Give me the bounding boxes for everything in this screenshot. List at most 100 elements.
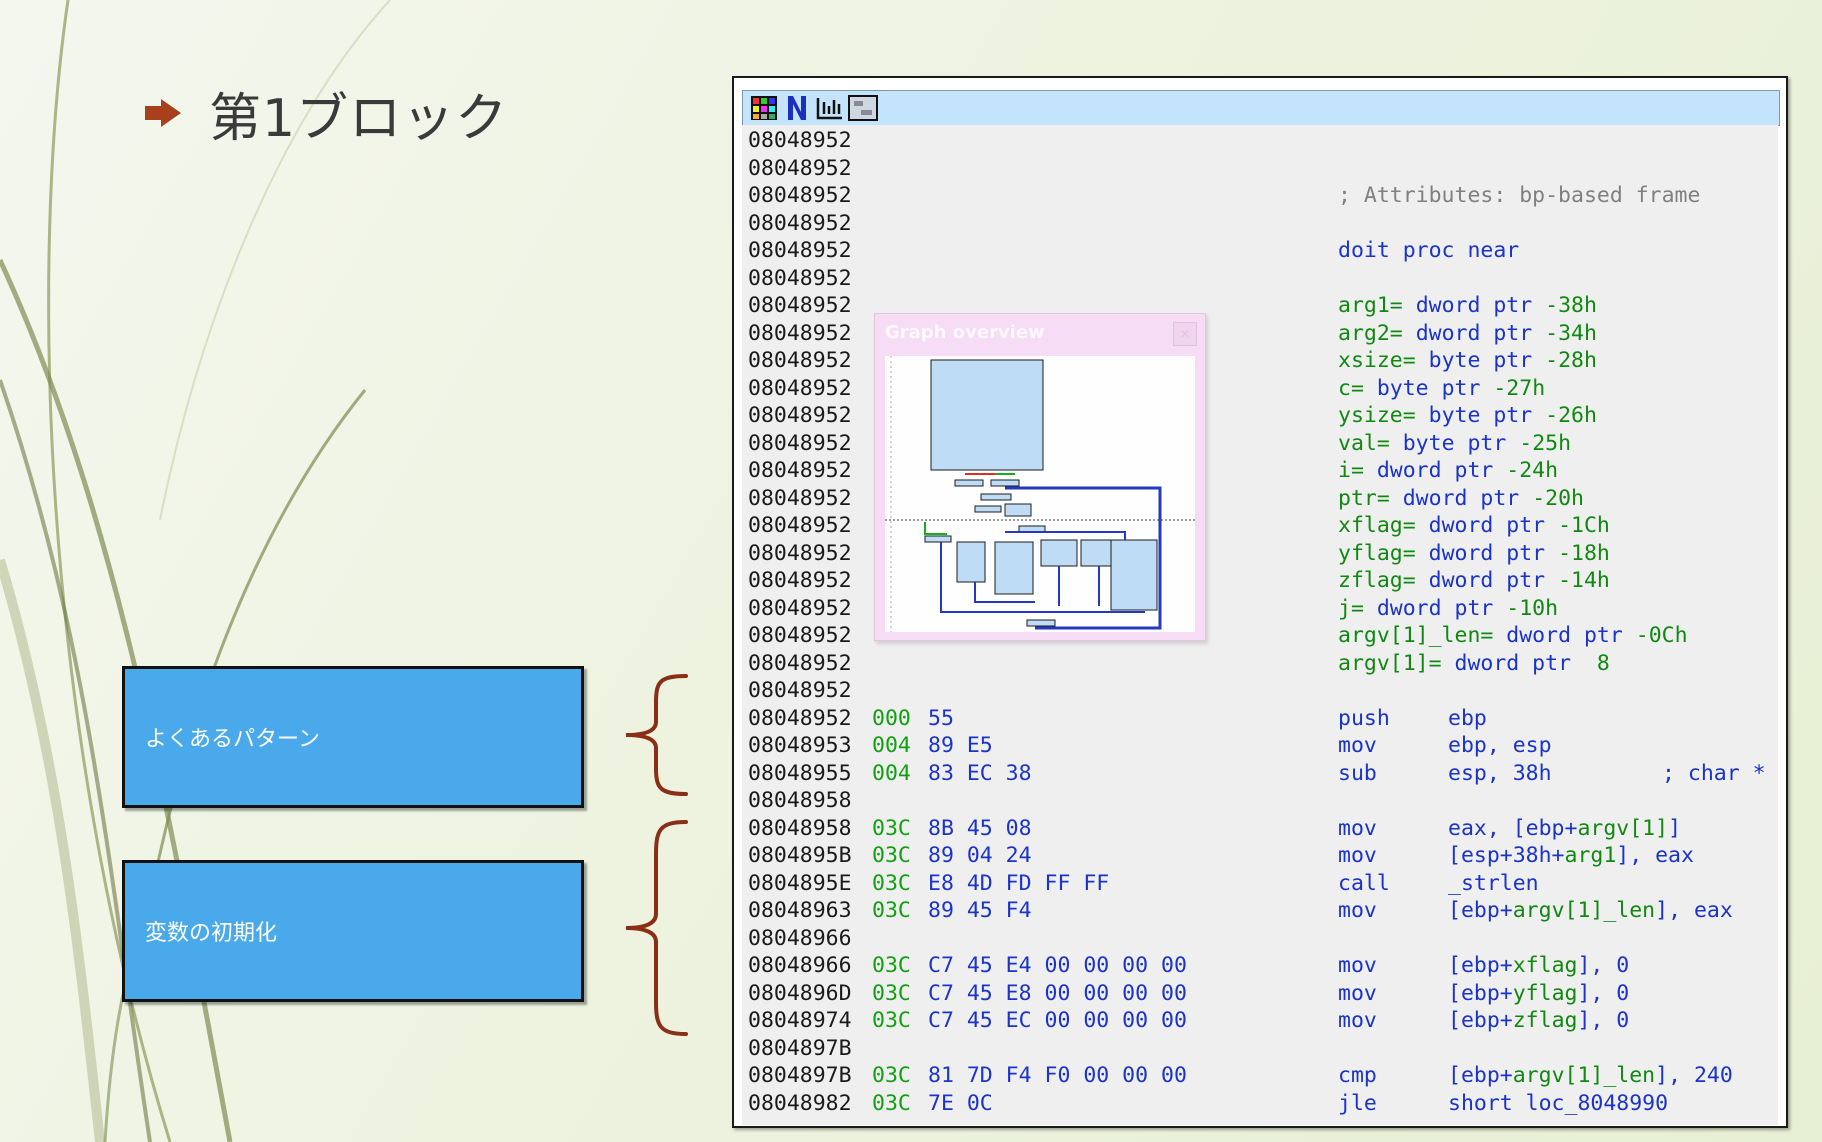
callout-label: よくあるパターン	[145, 727, 320, 752]
operands: [ebp+argv[1]_len], 240	[1448, 1062, 1733, 1089]
callout-variable-init: 変数の初期化	[122, 860, 584, 1002]
disasm-line[interactable]: 0804896D 03C C7 45 E8 00 00 00 00 mov [ebp+y…	[742, 980, 1778, 1007]
variable-offset: -10h	[1506, 595, 1559, 621]
address: 08048952	[748, 375, 852, 401]
address: 08048963	[748, 898, 852, 923]
variable-name: arg1=	[1338, 293, 1403, 318]
disasm-line[interactable]: 0804897B	[742, 1035, 1778, 1062]
disasm-line[interactable]: 08048963 03C 89 45 F4 mov [ebp+argv[1]_len],…	[742, 897, 1778, 924]
address: 0804896D	[748, 980, 852, 1006]
callout-label: 変数の初期化	[145, 921, 278, 946]
opcode-bytes: C7 45 E8 00 00 00 00	[928, 980, 1187, 1006]
address: 08048952	[748, 293, 852, 318]
address: 08048952	[748, 403, 852, 428]
operands: [esp+38h+arg1], eax	[1448, 842, 1694, 869]
segments-icon[interactable]	[847, 94, 879, 122]
graph-overview-canvas[interactable]	[885, 356, 1195, 632]
operands: _strlen	[1448, 870, 1539, 896]
mnemonic: cmp	[1338, 1063, 1377, 1088]
disasm-line[interactable]: 08048952 ; Attributes: bp-based frame	[742, 182, 1778, 209]
opcode-bytes: C7 45 E4 00 00 00 00	[928, 953, 1187, 978]
address: 08048982	[748, 1090, 852, 1116]
variable-offset: -14h	[1558, 568, 1610, 593]
stack-pointer-delta: 03C	[872, 953, 911, 978]
disasm-line[interactable]: 08048952	[742, 155, 1778, 182]
operand-prefix: [ebp+	[1448, 1008, 1513, 1033]
stack-variable-declaration: zflag= dword ptr -14h	[1338, 567, 1610, 594]
strings-icon[interactable]	[815, 94, 845, 122]
graph-overview-panel[interactable]: Graph overview ✕	[874, 313, 1206, 641]
disasm-line[interactable]: 08048955 004 83 EC 38 sub esp, 38h ; char *	[742, 760, 1778, 787]
variable-name: argv[1]=	[1338, 650, 1442, 676]
disasm-line[interactable]: 08048966	[742, 925, 1778, 952]
disasm-line[interactable]: 0804895B 03C 89 04 24 mov [esp+38h+arg1], ea…	[742, 842, 1778, 869]
variable-type: dword ptr	[1376, 595, 1494, 621]
address: 0804897B	[748, 1035, 852, 1061]
variable-type: dword ptr	[1415, 293, 1533, 318]
mnemonic: mov	[1338, 980, 1377, 1006]
names-n-icon[interactable]	[785, 94, 809, 122]
disasm-line[interactable]: 08048966 03C C7 45 E4 00 00 00 00 mov [ebp+x…	[742, 952, 1778, 979]
disasm-line[interactable]: 08048952	[742, 265, 1778, 292]
variable-type: dword ptr	[1428, 513, 1546, 538]
disasm-line[interactable]: 08048952	[742, 210, 1778, 237]
operand-prefix: [ebp+	[1448, 898, 1513, 923]
close-icon[interactable]: ✕	[1173, 322, 1197, 346]
variable-offset: -0Ch	[1635, 623, 1688, 648]
address: 08048955	[748, 760, 852, 786]
variable-type: dword ptr	[1428, 540, 1546, 566]
variable-name: j=	[1338, 595, 1364, 621]
mnemonic: call	[1338, 870, 1390, 896]
stack-pointer-delta: 03C	[872, 843, 911, 868]
disasm-line[interactable]: 0804897B 03C 81 7D F4 F0 00 00 00 cmp [ebp+a…	[742, 1062, 1778, 1089]
disasm-line[interactable]: 08048958 03C 8B 45 08 mov eax, [ebp+argv[1]]	[742, 815, 1778, 842]
opcode-bytes: 81 7D F4 F0 00 00 00	[928, 1063, 1187, 1088]
address: 08048958	[748, 788, 852, 813]
variable-offset: -24h	[1506, 458, 1559, 483]
address: 08048952	[748, 320, 852, 346]
disasm-line[interactable]: 08048952 doit proc near	[742, 237, 1778, 264]
stack-variable-declaration: xflag= dword ptr -1Ch	[1338, 512, 1610, 539]
stack-variable-declaration: xsize= byte ptr -28h	[1338, 347, 1597, 374]
stack-pointer-delta: 000	[872, 705, 911, 731]
address: 0804895E	[748, 870, 852, 896]
variable-type: dword ptr	[1428, 568, 1546, 593]
variable-offset: -38h	[1545, 293, 1597, 318]
mnemonic: mov	[1338, 898, 1377, 923]
graph-grid-icon[interactable]	[749, 94, 779, 122]
disasm-line[interactable]: 08048952 000 55 push ebp	[742, 705, 1778, 732]
opcode-bytes: E8 4D FD FF FF	[928, 870, 1110, 896]
address: 08048966	[748, 953, 852, 978]
address: 08048952	[748, 458, 852, 483]
opcode-bytes: 89 04 24	[928, 843, 1032, 868]
address: 08048952	[748, 183, 852, 208]
disasm-line[interactable]: 08048974 03C C7 45 EC 00 00 00 00 mov [ebp+z…	[742, 1007, 1778, 1034]
disasm-line[interactable]: 08048952	[742, 127, 1778, 154]
address: 08048952	[748, 265, 852, 291]
operand-suffix: ], 0	[1577, 953, 1630, 978]
operand-variable: zflag	[1512, 1008, 1578, 1033]
variable-offset: -26h	[1545, 403, 1597, 428]
variable-name: ptr=	[1338, 485, 1390, 511]
address: 08048952	[748, 430, 852, 456]
disasm-line[interactable]: 08048952 argv[1]= dword ptr 8	[742, 650, 1778, 677]
operands: [ebp+yflag], 0	[1448, 980, 1629, 1007]
disasm-line[interactable]: 08048958	[742, 787, 1778, 814]
disasm-line[interactable]: 08048953 004 89 E5 mov ebp, esp	[742, 732, 1778, 759]
stack-pointer-delta: 004	[872, 760, 911, 786]
bullet-arrow-icon	[145, 99, 181, 127]
opcode-bytes: 7E 0C	[928, 1090, 993, 1116]
comment: ; Attributes: bp-based frame	[1338, 183, 1701, 208]
variable-name: i=	[1338, 458, 1364, 483]
variable-type: dword ptr	[1454, 650, 1572, 676]
operands: ebp	[1448, 705, 1487, 731]
opcode-bytes: 55	[928, 705, 954, 731]
disasm-line[interactable]: 0804895E 03C E8 4D FD FF FF call _strlen	[742, 870, 1778, 897]
disasm-line[interactable]: 08048952	[742, 677, 1778, 704]
disasm-line[interactable]: 08048982 03C 7E 0C jle short loc_8048990	[742, 1090, 1778, 1117]
stack-pointer-delta: 03C	[872, 898, 911, 923]
operand-variable: argv[1]_len	[1512, 1063, 1656, 1088]
variable-offset: 8	[1583, 650, 1610, 676]
procedure-declaration: doit proc near	[1338, 238, 1520, 263]
operand-suffix: ], 0	[1577, 1008, 1630, 1033]
